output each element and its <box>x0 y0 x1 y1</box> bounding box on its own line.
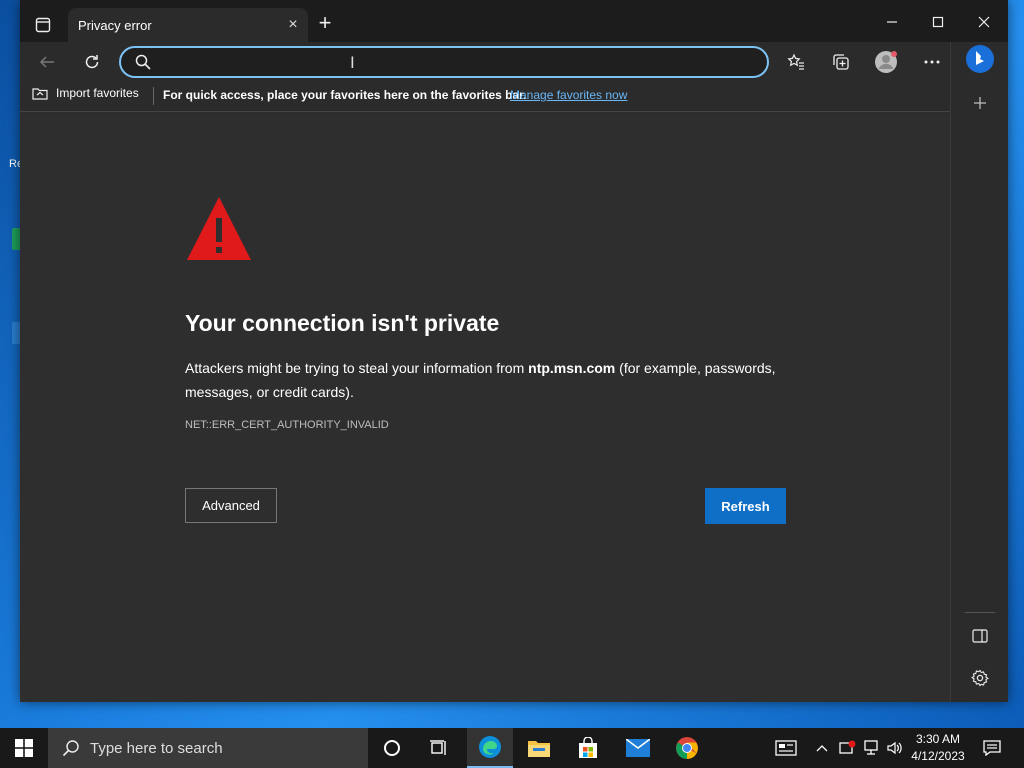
network-icon[interactable] <box>860 728 882 768</box>
browser-window: Privacy error × + I Import favorites For… <box>20 0 1008 702</box>
close-window-icon[interactable] <box>962 8 1006 36</box>
microsoft-store-icon[interactable] <box>565 728 611 768</box>
news-widget-icon[interactable] <box>772 728 800 768</box>
tab-actions-icon[interactable] <box>28 10 58 40</box>
maximize-icon[interactable] <box>916 8 960 36</box>
taskbar-search-box[interactable]: Type here to search <box>48 728 368 768</box>
clock-time: 3:30 AM <box>915 732 961 746</box>
mail-icon[interactable] <box>615 728 661 768</box>
refresh-button[interactable]: Refresh <box>705 488 786 524</box>
import-favorites-button[interactable]: Import favorites <box>32 86 139 100</box>
error-host: ntp.msn.com <box>528 360 616 376</box>
refresh-icon[interactable] <box>77 47 107 77</box>
import-favorites-icon <box>32 88 48 100</box>
tab-title: Privacy error <box>78 17 152 33</box>
favorites-bar: Import favorites For quick access, place… <box>20 80 950 112</box>
security-alert-icon[interactable] <box>836 728 858 768</box>
hide-sidebar-icon[interactable] <box>965 621 995 651</box>
address-input[interactable] <box>161 52 741 72</box>
divider <box>965 612 995 613</box>
error-page-content: Your connection isn't private Attackers … <box>20 113 950 702</box>
address-bar[interactable]: I <box>119 46 769 78</box>
settings-gear-icon[interactable] <box>965 663 995 693</box>
close-tab-icon[interactable]: × <box>284 16 302 34</box>
text-cursor-icon: I <box>350 53 355 72</box>
back-arrow-icon[interactable] <box>32 47 62 77</box>
title-bar: Privacy error × + <box>20 0 1008 42</box>
chevron-up-icon[interactable] <box>812 728 832 768</box>
edge-taskbar-icon[interactable] <box>467 728 513 768</box>
add-sidebar-app-icon[interactable] <box>965 88 995 118</box>
search-placeholder: Type here to search <box>90 739 223 757</box>
minimize-icon[interactable] <box>870 8 914 36</box>
divider <box>153 87 154 105</box>
new-tab-button[interactable]: + <box>314 12 336 34</box>
search-icon <box>135 54 151 75</box>
cortana-icon[interactable] <box>369 728 415 768</box>
profile-avatar-icon[interactable] <box>871 47 901 77</box>
notifications-icon[interactable] <box>978 728 1006 768</box>
search-icon <box>62 740 79 757</box>
manage-favorites-link[interactable]: Manage favorites now <box>510 88 627 102</box>
navigation-toolbar: I <box>20 42 950 80</box>
more-options-icon[interactable] <box>917 47 947 77</box>
error-description-prefix: Attackers might be trying to steal your … <box>185 360 529 376</box>
error-title: Your connection isn't private <box>185 310 500 336</box>
clock-date: 4/12/2023 <box>911 749 965 763</box>
file-explorer-icon[interactable] <box>516 728 562 768</box>
favorites-star-icon[interactable] <box>781 47 811 77</box>
taskbar-clock[interactable]: 3:30 AM 4/12/2023 <box>900 731 976 765</box>
edge-sidebar <box>950 42 1008 702</box>
task-view-icon[interactable] <box>416 728 462 768</box>
error-code: NET::ERR_CERT_AUTHORITY_INVALID <box>185 419 389 431</box>
favorites-bar-message: For quick access, place your favorites h… <box>163 88 527 102</box>
tab-privacy-error[interactable]: Privacy error × <box>68 8 308 42</box>
bing-copilot-icon[interactable] <box>965 44 995 74</box>
import-favorites-label: Import favorites <box>56 86 139 100</box>
chrome-icon[interactable] <box>664 728 710 768</box>
collections-icon[interactable] <box>826 47 856 77</box>
start-windows-icon[interactable] <box>0 728 48 768</box>
warning-triangle-icon <box>185 194 253 267</box>
error-description: Attackers might be trying to steal your … <box>185 356 795 404</box>
windows-taskbar: Type here to search 3:30 AM 4/12/2023 <box>0 728 1024 768</box>
advanced-button[interactable]: Advanced <box>185 488 277 523</box>
